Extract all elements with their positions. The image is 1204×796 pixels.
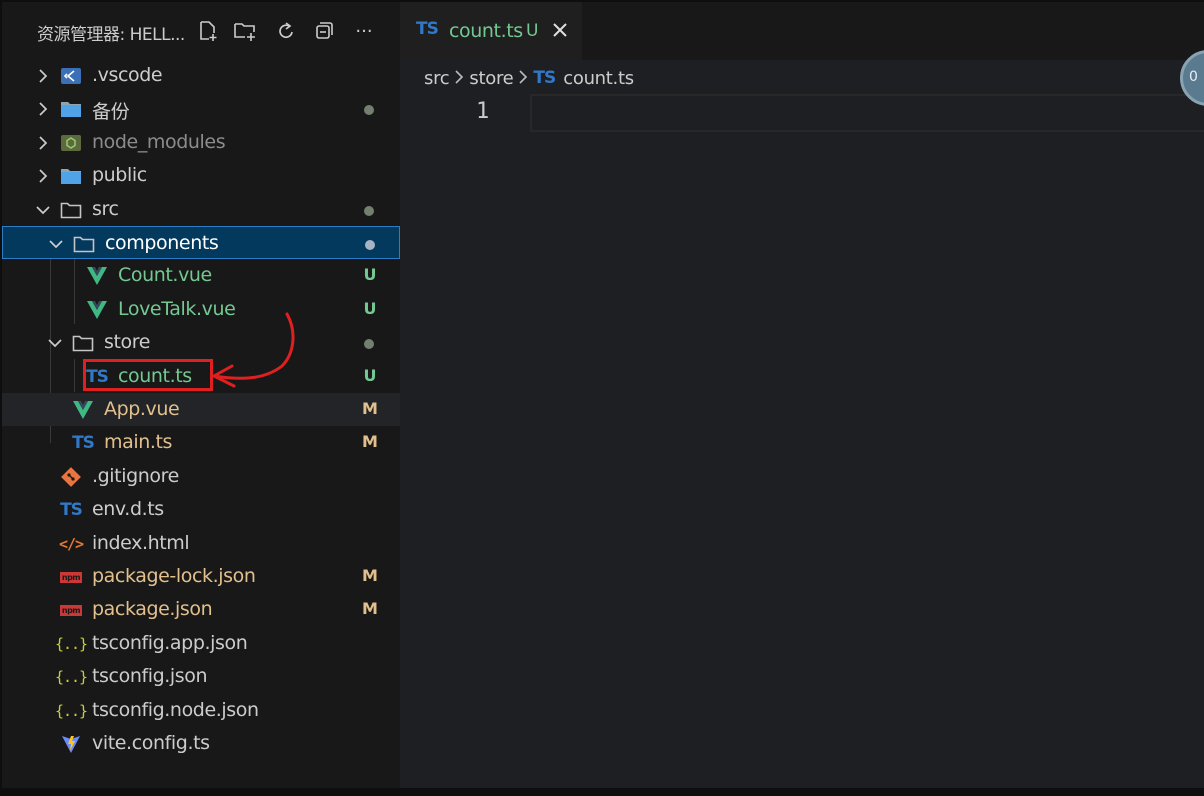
tree-item[interactable]: {..} tsconfig.json (2, 660, 400, 693)
json-icon-label: {..} (54, 668, 88, 687)
tree-item-label: .gitignore (92, 464, 179, 487)
tree-item[interactable]: npm package.json M (2, 593, 400, 626)
typescript-icon: TS (533, 68, 556, 88)
tree-item[interactable]: </> index.html (2, 527, 400, 560)
tab-label: count.ts (449, 20, 523, 42)
git-status-badge: M (362, 566, 378, 585)
tree-item-label: env.d.ts (92, 498, 164, 521)
npm-icon: npm (59, 599, 83, 621)
json-icon-label: {..} (54, 634, 88, 653)
html-icon: </> (58, 533, 84, 555)
npm-icon-label: npm (59, 604, 83, 616)
git-icon (60, 466, 82, 488)
json-icon: {..} (55, 666, 88, 688)
tree-item-label: tsconfig.app.json (92, 631, 248, 654)
html-icon-label: </> (58, 534, 84, 553)
tree-item-label: tsconfig.node.json (92, 698, 259, 721)
annotation-arrow (212, 312, 295, 388)
current-line-highlight[interactable] (530, 94, 1204, 132)
tab-bar: TS count.ts U (400, 2, 1204, 60)
typescript-icon: TS (60, 499, 83, 521)
tree-item-label: main.ts (104, 431, 173, 454)
tree-item-label: index.html (92, 531, 190, 554)
tree-item[interactable]: npm package-lock.json M (2, 560, 400, 593)
tree-item[interactable]: vite.config.ts (2, 727, 400, 760)
minimap-label: 0 (1189, 69, 1198, 85)
close-icon[interactable] (551, 21, 569, 39)
vscode-window: 资源管理器: HELL... ··· .vscode 备份 node_modules… (2, 2, 1204, 788)
tab-status-badge: U (526, 21, 539, 41)
tree-item-label: package.json (92, 598, 213, 621)
tree-item[interactable]: TS env.d.ts (2, 493, 400, 526)
line-number: 1 (476, 99, 490, 124)
json-icon-label: {..} (54, 701, 88, 720)
typescript-icon-label: TS (60, 500, 83, 521)
breadcrumb-item-store[interactable]: store (469, 68, 513, 89)
tree-item[interactable]: .gitignore (2, 460, 400, 493)
chevron-right-icon (518, 68, 528, 89)
tree-item-label: package-lock.json (92, 565, 256, 587)
typescript-icon: TS (416, 19, 439, 39)
git-status-badge: M (362, 432, 378, 452)
breadcrumb-item-file[interactable]: count.ts (563, 68, 634, 89)
typescript-icon-label: TS (72, 433, 95, 454)
tree-item[interactable]: {..} tsconfig.app.json (2, 627, 400, 660)
breadcrumb-item-src[interactable]: src (424, 68, 450, 89)
tab-count-ts[interactable]: TS count.ts U (400, 2, 582, 60)
breadcrumb: src store TS count.ts (424, 64, 634, 92)
tree-item[interactable]: TS main.ts M (2, 426, 400, 459)
tree-item[interactable]: {..} tsconfig.node.json (2, 694, 400, 727)
npm-icon: npm (59, 566, 83, 588)
typescript-icon: TS (72, 432, 95, 454)
vite-icon (60, 733, 82, 755)
chevron-right-icon (454, 68, 464, 89)
editor-area: TS count.ts U src store TS count.ts 1 0 (400, 2, 1204, 788)
tree-item-label: vite.config.ts (92, 732, 210, 754)
json-icon: {..} (55, 700, 88, 722)
tree-item-label: tsconfig.json (92, 665, 208, 688)
json-icon: {..} (55, 633, 88, 655)
npm-icon-label: npm (59, 571, 83, 583)
git-status-badge: M (362, 599, 378, 619)
